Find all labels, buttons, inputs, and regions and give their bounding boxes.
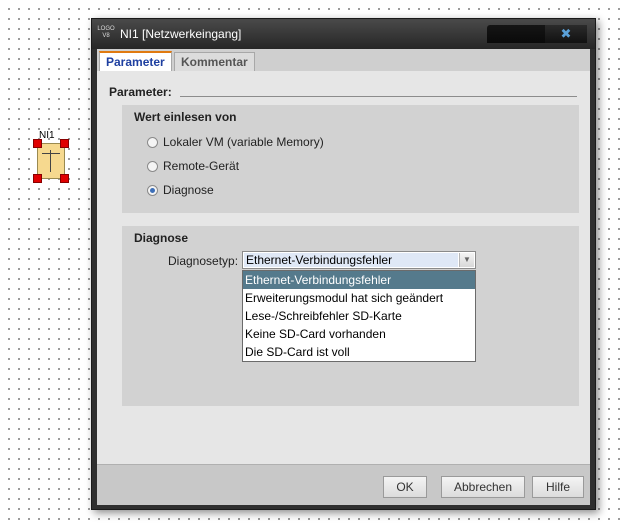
parameter-heading: Parameter: (109, 85, 172, 99)
selection-handle[interactable] (60, 174, 69, 183)
diagnose-group: Diagnose Diagnosetyp: Ethernet-Verbindun… (122, 226, 579, 406)
group-title: Diagnose (134, 231, 189, 245)
heading-divider (180, 96, 577, 97)
tab-panel: Parameter: Wert einlesen von Lokaler VM … (97, 71, 590, 464)
tab-parameter[interactable]: Parameter (99, 51, 172, 71)
diagnose-type-dropdown: Ethernet-Verbindungsfehler Erweiterungsm… (242, 270, 476, 362)
button-bar: OK Abbrechen Hilfe (97, 464, 590, 505)
dropdown-option[interactable]: Erweiterungsmodul hat sich geändert (243, 289, 475, 307)
radio-button-checked[interactable] (147, 185, 158, 196)
selection-handle[interactable] (60, 139, 69, 148)
block-symbol-line (42, 153, 60, 154)
group-title: Wert einlesen von (134, 110, 237, 124)
tab-bar: Parameter Kommentar (97, 49, 590, 71)
diagnose-type-label: Diagnosetyp: (168, 254, 239, 268)
dropdown-option[interactable]: Keine SD-Card vorhanden (243, 325, 475, 343)
radio-label: Remote-Gerät (163, 159, 240, 173)
window-controls: ✖ (487, 25, 587, 43)
app-logo-icon: LOGO V8 (97, 26, 115, 39)
network-input-block[interactable] (33, 139, 69, 183)
dropdown-option[interactable]: Ethernet-Verbindungsfehler (243, 271, 475, 289)
properties-dialog: LOGO V8 NI1 [Netzwerkeingang] ✖ Paramete… (91, 18, 596, 510)
chevron-down-icon[interactable]: ▼ (459, 253, 474, 267)
radio-label: Lokaler VM (variable Memory) (163, 135, 324, 149)
dropdown-option[interactable]: Lese-/Schreibfehler SD-Karte (243, 307, 475, 325)
dialog-title: NI1 [Netzwerkeingang] (120, 27, 242, 41)
radio-label: Diagnose (163, 183, 214, 197)
dropdown-option[interactable]: Die SD-Card ist voll (243, 343, 475, 361)
dialog-content: Parameter Kommentar Parameter: Wert einl… (97, 49, 590, 505)
help-button[interactable]: Hilfe (532, 476, 584, 498)
tab-kommentar[interactable]: Kommentar (174, 52, 255, 71)
radio-button[interactable] (147, 137, 158, 148)
cancel-button[interactable]: Abbrechen (441, 476, 525, 498)
selection-handle[interactable] (33, 139, 42, 148)
read-source-group: Wert einlesen von Lokaler VM (variable M… (122, 105, 579, 213)
selection-handle[interactable] (33, 174, 42, 183)
close-icon[interactable]: ✖ (545, 25, 587, 43)
radio-button[interactable] (147, 161, 158, 172)
ok-button[interactable]: OK (383, 476, 427, 498)
select-value: Ethernet-Verbindungsfehler (244, 253, 458, 267)
diagnose-type-select[interactable]: Ethernet-Verbindungsfehler ▼ (242, 251, 476, 269)
block-symbol-stem (50, 150, 51, 172)
title-bar[interactable]: LOGO V8 NI1 [Netzwerkeingang] ✖ (92, 19, 595, 49)
